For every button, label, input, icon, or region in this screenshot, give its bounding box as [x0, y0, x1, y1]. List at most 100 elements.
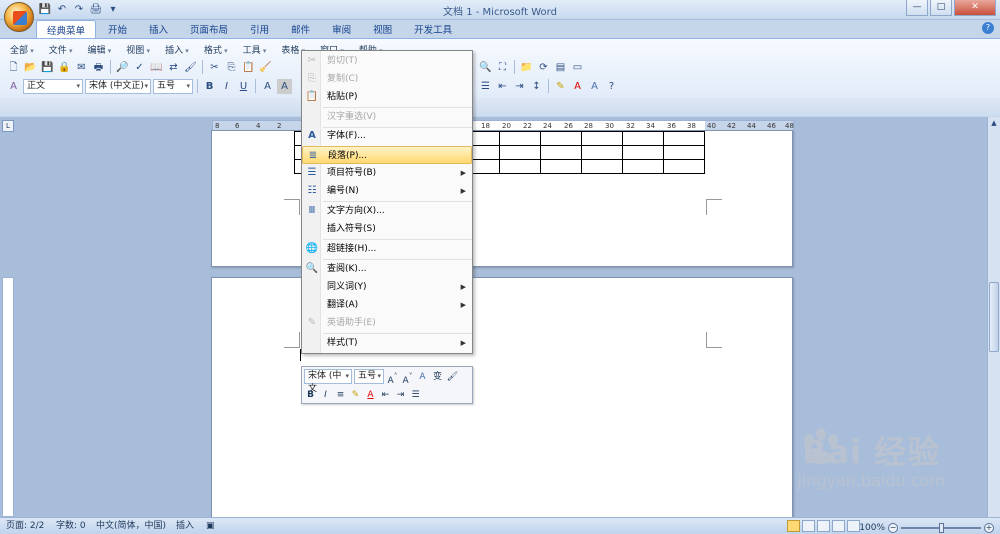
- open-icon[interactable]: 📂: [23, 60, 38, 75]
- close-button[interactable]: ✕: [954, 0, 996, 16]
- menu-item-bullets[interactable]: ☰ 项目符号(B) ▶: [302, 164, 472, 182]
- increase-indent-icon[interactable]: ⇥: [512, 79, 527, 94]
- styles-icon[interactable]: A: [6, 79, 21, 94]
- outline-view-button[interactable]: [832, 520, 845, 532]
- style-select[interactable]: 正文: [23, 78, 83, 94]
- menu-item-insert-symbol[interactable]: 插入符号(S): [302, 220, 472, 238]
- email-icon[interactable]: ✉: [74, 60, 89, 75]
- bullets-icon[interactable]: ☰: [478, 79, 493, 94]
- language-status[interactable]: 中文(简体，中国): [96, 518, 166, 534]
- menu-all[interactable]: 全部: [4, 42, 40, 57]
- menu-item-synonyms[interactable]: 同义词(Y) ▶: [302, 278, 472, 296]
- sort-icon[interactable]: ↕: [529, 79, 544, 94]
- document-page-2[interactable]: [211, 277, 793, 517]
- web-layout-view-button[interactable]: [817, 520, 830, 532]
- font-select[interactable]: 宋体 (中文正): [85, 78, 151, 94]
- tab-insert[interactable]: 插入: [139, 20, 178, 38]
- tab-view[interactable]: 视图: [363, 20, 402, 38]
- document-page-1[interactable]: [211, 130, 793, 267]
- spelling-icon[interactable]: ✓: [132, 60, 147, 75]
- mini-font-select[interactable]: 宋体 (中文: [304, 369, 352, 394]
- office-button[interactable]: [4, 2, 34, 32]
- minimize-button[interactable]: —: [906, 0, 928, 16]
- help-icon[interactable]: ?: [982, 22, 994, 34]
- grow-font-icon[interactable]: A˄: [386, 370, 399, 386]
- menu-item-lookup[interactable]: 🔍 查阅(K)...: [302, 260, 472, 278]
- menu-item-hyperlink[interactable]: 🌐 超链接(H)...: [302, 240, 472, 258]
- copy-icon[interactable]: ⎘: [224, 60, 239, 75]
- bullets-icon[interactable]: ☰: [409, 388, 422, 402]
- zoom-icon[interactable]: 🔍: [478, 60, 493, 75]
- font-color-icon[interactable]: A: [364, 388, 377, 402]
- menu-item-text-direction[interactable]: Ⅲ 文字方向(X)...: [302, 202, 472, 220]
- menu-item-english-assistant[interactable]: ✎ 英语助手(E): [302, 314, 472, 332]
- vertical-ruler[interactable]: [2, 277, 14, 517]
- insert-mode[interactable]: 插入: [176, 518, 194, 534]
- styles-icon[interactable]: A: [416, 370, 429, 384]
- window-icon[interactable]: ▭: [570, 60, 585, 75]
- scroll-up-icon[interactable]: ▲: [989, 119, 999, 129]
- macro-record-icon[interactable]: ▣: [206, 518, 215, 534]
- cut-icon[interactable]: ✂: [207, 60, 222, 75]
- font-color-icon[interactable]: A: [570, 79, 585, 94]
- menu-insert[interactable]: 插入: [159, 42, 195, 57]
- new-doc-icon[interactable]: 🗋: [6, 60, 21, 75]
- folder-icon[interactable]: 📁: [519, 60, 534, 75]
- text-effect-icon[interactable]: A: [587, 79, 602, 94]
- phonetic-icon[interactable]: 变: [431, 370, 444, 384]
- underline-button[interactable]: U: [236, 79, 251, 94]
- highlight-icon[interactable]: ✎: [553, 79, 568, 94]
- scroll-thumb[interactable]: [989, 282, 999, 352]
- menu-tools[interactable]: 工具: [237, 42, 273, 57]
- tab-developer[interactable]: 开发工具: [404, 20, 462, 38]
- clear-format-icon[interactable]: 🧹: [258, 60, 273, 75]
- page-count[interactable]: 页面: 2/2: [6, 518, 44, 534]
- bold-button[interactable]: B: [202, 79, 217, 94]
- menu-item-numbering[interactable]: ☷ 编号(N) ▶: [302, 182, 472, 200]
- mini-size-select[interactable]: 五号: [354, 369, 384, 384]
- tab-references[interactable]: 引用: [240, 20, 279, 38]
- refresh-icon[interactable]: ⟳: [536, 60, 551, 75]
- research-icon[interactable]: 📖: [149, 60, 164, 75]
- full-reading-view-button[interactable]: [802, 520, 815, 532]
- mini-italic-button[interactable]: I: [319, 388, 332, 402]
- menu-item-cut[interactable]: ✂ 剪切(T): [302, 52, 472, 70]
- zoom-out-button[interactable]: −: [888, 523, 898, 533]
- increase-indent-icon[interactable]: ⇥: [394, 388, 407, 402]
- menu-item-reconvert[interactable]: 汉字重选(V): [302, 108, 472, 126]
- translate-icon[interactable]: ⇄: [166, 60, 181, 75]
- font-size-select[interactable]: 五号: [153, 78, 193, 94]
- decrease-indent-icon[interactable]: ⇤: [495, 79, 510, 94]
- decrease-indent-icon[interactable]: ⇤: [379, 388, 392, 402]
- zoom-slider[interactable]: [901, 523, 981, 533]
- zoom-level[interactable]: 100%: [859, 520, 885, 534]
- menu-item-paste[interactable]: 📋 粘贴(P): [302, 88, 472, 106]
- tab-selector[interactable]: L: [2, 120, 14, 132]
- full-screen-icon[interactable]: ⛶: [495, 60, 510, 75]
- char-shading-icon[interactable]: A: [277, 78, 292, 94]
- tab-home[interactable]: 开始: [98, 20, 137, 38]
- menu-view[interactable]: 视图: [120, 42, 156, 57]
- mini-bold-button[interactable]: B: [304, 388, 317, 402]
- tab-mailings[interactable]: 邮件: [281, 20, 320, 38]
- format-painter-icon[interactable]: 🖌: [183, 60, 198, 75]
- menu-item-translate[interactable]: 翻译(A) ▶: [302, 296, 472, 314]
- word-count[interactable]: 字数: 0: [56, 518, 86, 534]
- maximize-button[interactable]: □: [930, 0, 952, 16]
- menu-edit[interactable]: 编辑: [82, 42, 118, 57]
- highlight-icon[interactable]: ✎: [349, 388, 362, 402]
- menu-item-paragraph[interactable]: ≣ 段落(P)...: [302, 146, 472, 164]
- zoom-slider-knob[interactable]: [939, 523, 944, 533]
- print-preview-icon[interactable]: 🔎: [115, 60, 130, 75]
- center-align-icon[interactable]: ≡: [334, 388, 347, 402]
- print-icon[interactable]: 🖶: [91, 60, 106, 75]
- help-circle-icon[interactable]: ?: [604, 79, 619, 94]
- paste-icon[interactable]: 📋: [241, 60, 256, 75]
- vertical-scrollbar[interactable]: ▲: [987, 117, 1000, 517]
- menu-item-font[interactable]: A 字体(F)...: [302, 127, 472, 145]
- macro-icon[interactable]: ▤: [553, 60, 568, 75]
- shrink-font-icon[interactable]: A˅: [401, 370, 414, 386]
- menu-format[interactable]: 格式: [198, 42, 234, 57]
- tab-classic-menu[interactable]: 经典菜单: [36, 20, 97, 38]
- menu-item-copy[interactable]: ⎘ 复制(C): [302, 70, 472, 88]
